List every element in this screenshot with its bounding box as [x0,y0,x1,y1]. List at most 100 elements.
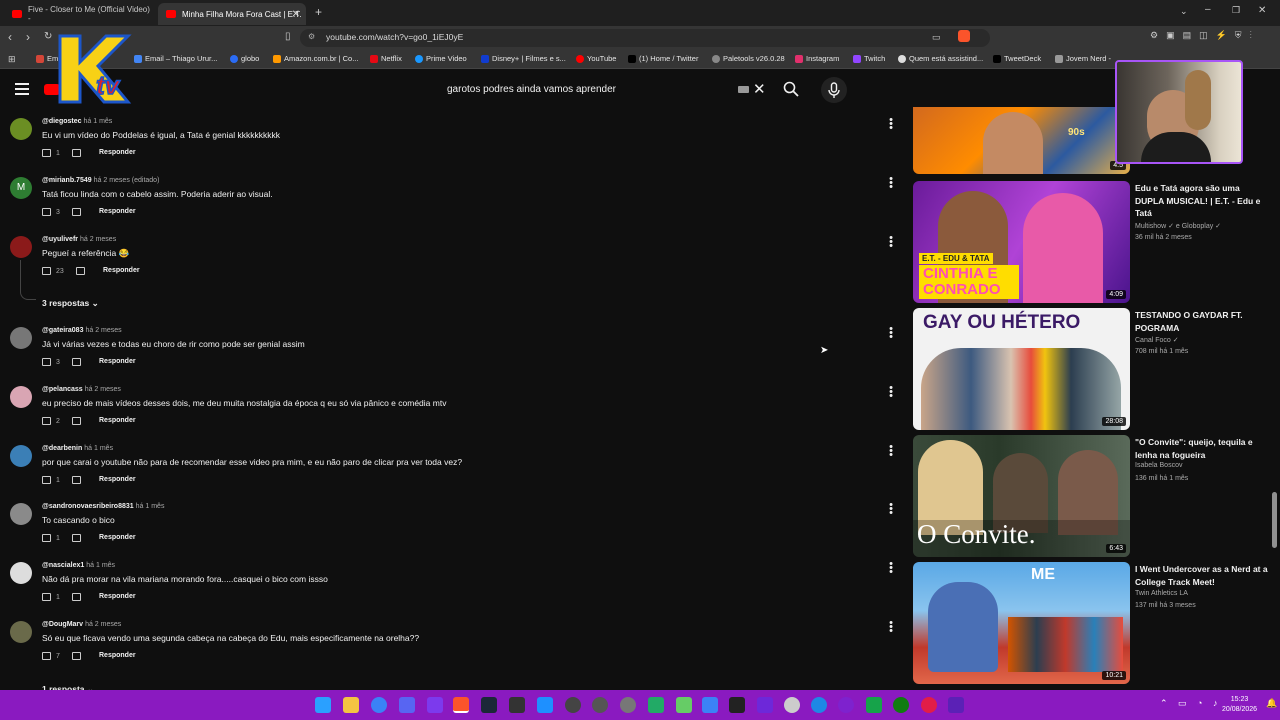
video-thumbnail[interactable]: GAY OU HÉTERO 28:08 [913,308,1130,430]
show-replies-button[interactable]: 3 respostas ⌄ [42,298,99,309]
comment-author[interactable]: @pelancass há 2 meses [42,386,121,393]
video-title[interactable]: I Went Undercover as a Nerd at a College… [1135,563,1270,588]
comment-author[interactable]: @gateira083 há 2 meses [42,327,122,334]
search-query-text[interactable]: garotos podres ainda vamos aprender [447,84,616,95]
bookmark-item[interactable]: TweetDeck [993,54,1041,63]
bookmark-item[interactable]: Quem está assistind... [898,54,983,63]
avatar[interactable] [10,386,32,408]
voice-search-button[interactable] [821,77,847,103]
author-handle[interactable]: @gateira083 [42,327,83,334]
dislike-icon[interactable] [71,417,81,425]
discord-icon[interactable] [399,697,415,713]
apps-grid-icon[interactable]: ⊞ [8,54,16,65]
comment-author[interactable]: @nascialex1 há 1 mês [42,562,115,569]
avatar[interactable] [10,327,32,349]
bookmark-item[interactable]: YouTube [576,54,616,63]
back-icon[interactable]: ‹ [8,30,12,44]
like-icon[interactable] [42,149,51,157]
author-handle[interactable]: @mirianb.7549 [42,177,92,184]
like-icon[interactable] [42,417,51,425]
author-handle[interactable]: @nascialex1 [42,562,84,569]
tab-active[interactable]: Minha Filha Mora Fora Cast | E.T. ✕ [158,3,306,25]
close-window-icon[interactable]: ✕ [1258,5,1266,16]
nvidia-icon[interactable] [866,697,882,713]
bookmark-item[interactable]: Paletools v26.0.28 [712,54,785,63]
video-title[interactable]: "O Convite": queijo, tequila e lenha na … [1135,436,1270,461]
reply-button[interactable]: Responder [99,358,136,365]
system-tray-icons[interactable]: ▭ ◔ ♪ [1178,698,1221,709]
reply-button[interactable]: Responder [99,593,136,600]
avatar[interactable] [10,503,32,525]
dislike-icon[interactable] [71,149,81,157]
notifications-icon[interactable]: 🔔 [1266,698,1277,709]
bookmark-item[interactable]: Prime Video [415,54,467,63]
bookmark-item[interactable]: Email – Thiago Urur... [134,54,217,63]
author-handle[interactable]: @dearbenin [42,445,82,452]
bookmark-item[interactable]: (1) Home / Twitter [628,54,698,63]
reload-icon[interactable]: ↻ [44,31,52,42]
bookmark-email[interactable]: Em [36,54,58,63]
avatar[interactable] [10,562,32,584]
search-icon[interactable] [783,81,799,97]
taskbar-clock[interactable]: 15:23 20/08/2026 [1222,695,1257,715]
bookmark-icon[interactable]: ▯ [285,31,291,42]
more-options-icon[interactable]: • • • [887,324,895,343]
more-options-icon[interactable]: • • • [887,559,895,578]
app-icon[interactable] [371,697,387,713]
app-icon[interactable] [509,697,525,713]
more-options-icon[interactable]: • • • [887,618,895,637]
bookmark-item[interactable]: Twitch [853,54,885,63]
comment-time[interactable]: há 2 meses [80,236,116,243]
channel-name[interactable]: Multishow ✓ e Globoplay ✓ [1135,222,1221,230]
comment-author[interactable]: @sandronovaesribeiro8831 há 1 mês [42,503,164,510]
cast-icon[interactable]: ▭ [932,32,941,43]
comment-author[interactable]: @uyulivefr há 2 meses [42,236,116,243]
app-icon[interactable] [648,697,664,713]
author-handle[interactable]: @DougMarv [42,621,83,628]
more-options-icon[interactable]: • • • [887,174,895,193]
forward-icon[interactable]: › [26,30,30,44]
avatar[interactable] [10,621,32,643]
comment-author[interactable]: @dearbenin há 1 mês [42,445,113,452]
tab-list-icon[interactable]: ⌄ [1180,6,1188,17]
steam-icon[interactable] [481,697,497,713]
author-handle[interactable]: @uyulivefr [42,236,78,243]
app-icon[interactable] [702,697,718,713]
video-thumbnail[interactable]: ME 10:21 [913,562,1130,684]
system-tray-chevron-icon[interactable]: ⌃ [1160,698,1168,709]
dislike-icon[interactable] [71,593,81,601]
app-icon[interactable] [811,697,827,713]
app-icon[interactable] [921,697,937,713]
comment-author[interactable]: @DougMarv há 2 meses [42,621,121,628]
like-icon[interactable] [42,358,51,366]
app-icon[interactable] [838,697,854,713]
video-thumbnail[interactable]: O Convite. 6:43 [913,435,1130,557]
author-handle[interactable]: @diegostec [42,118,82,125]
tab-inactive[interactable]: Five - Closer to Me (Official Video) - [4,3,154,25]
like-icon[interactable] [42,208,51,216]
reply-button[interactable]: Responder [99,534,136,541]
reply-button[interactable]: Responder [103,267,140,274]
like-icon[interactable] [42,652,51,660]
bookmark-item[interactable]: Instagram [795,54,839,63]
comment-time[interactable]: há 1 mês [84,118,113,125]
like-icon[interactable] [42,534,51,542]
comment-time[interactable]: há 2 meses [85,327,121,334]
comment-time[interactable]: há 1 mês [84,445,113,452]
maximize-icon[interactable]: ❐ [1232,5,1240,16]
new-tab-icon[interactable]: + [315,5,322,19]
comment-time[interactable]: há 2 meses [85,621,121,628]
channel-name[interactable]: Isabela Boscov [1135,462,1182,469]
more-options-icon[interactable]: • • • [887,383,895,402]
app-icon[interactable] [757,697,773,713]
video-title[interactable]: Edu e Tatá agora são uma DUPLA MUSICAL! … [1135,182,1270,220]
more-options-icon[interactable]: • • • [887,500,895,519]
bookmark-item[interactable]: Netflix [370,54,402,63]
dislike-icon[interactable] [71,652,81,660]
dislike-icon[interactable] [71,358,81,366]
channel-name[interactable]: Twin Athletics LA [1135,590,1188,597]
app-icon[interactable] [676,697,692,713]
start-button-icon[interactable] [315,697,331,713]
bookmark-item[interactable]: Jovem Nerd - [1055,54,1111,63]
comment-author[interactable]: @mirianb.7549 há 2 meses (editado) [42,177,159,184]
